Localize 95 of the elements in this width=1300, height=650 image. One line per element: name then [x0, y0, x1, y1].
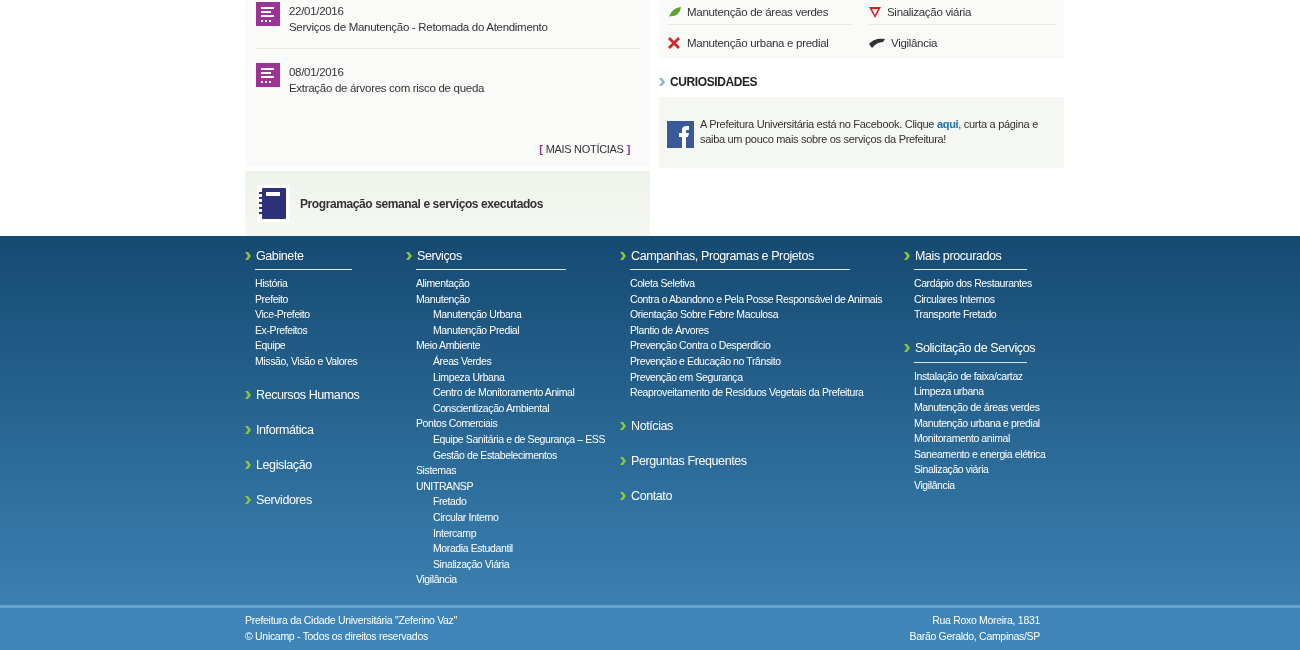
chevron-icon	[620, 251, 626, 260]
footer-link[interactable]: Intercamp	[433, 525, 477, 542]
document-icon	[256, 63, 280, 87]
chevron-icon	[245, 461, 251, 470]
footer-heading[interactable]: Solicitação de Serviços	[915, 341, 1036, 356]
leaf-icon	[667, 5, 681, 19]
footer-link[interactable]: Plantio de Árvores	[630, 322, 709, 339]
footer-link[interactable]: Cardápio dos Restaurantes	[914, 276, 1032, 292]
address-text: Rua Roxo Moreira, 1831	[932, 613, 1040, 628]
footer-link[interactable]: UNITRANSP	[416, 478, 474, 495]
footer-link[interactable]: Pontos Comerciais	[416, 416, 498, 432]
footer-heading[interactable]: Campanhas, Programas e Projetos	[631, 248, 814, 263]
footer-link[interactable]: Instalação de faixa/cartaz	[914, 368, 1023, 385]
news-date: 22/01/2016	[289, 5, 345, 18]
footer-link[interactable]: Sinalização viária	[914, 462, 989, 478]
news-title[interactable]: Extração de árvores com risco de queda	[289, 82, 485, 95]
footer-link[interactable]: Manutenção de áreas verdes	[914, 399, 1040, 416]
chevron-icon	[245, 496, 251, 505]
footer-link[interactable]: Alimentação	[416, 276, 470, 292]
footer-link[interactable]: Sistemas	[416, 463, 456, 479]
footer-link[interactable]: Moradia Estudantil	[433, 541, 513, 557]
bracket: [	[539, 143, 543, 155]
warning-sign-icon	[869, 6, 881, 18]
footer-link[interactable]: Meio Ambiente	[416, 338, 481, 354]
chevron-icon	[904, 344, 910, 353]
footer-heading[interactable]: Informática	[256, 423, 314, 438]
footer-link[interactable]: Limpeza Urbana	[433, 369, 505, 386]
section-title: CURIOSIDADES	[670, 75, 758, 89]
footer-text: Prefeitura da Cidade Universitária "Zeferino Vaz"	[245, 613, 457, 628]
chevron-icon	[245, 251, 251, 260]
footer-text: © Unicamp - Todos os direitos reservados	[245, 629, 428, 644]
footer-link[interactable]: Áreas Verdes	[433, 353, 492, 370]
footer-link[interactable]: Conscientização Ambiental	[433, 400, 550, 417]
footer-link[interactable]: Prevenção e Educação no Trânsito	[630, 353, 781, 370]
service-link[interactable]: Manutenção de áreas verdes	[667, 0, 853, 25]
footer-link[interactable]: Transporte Fretado	[914, 307, 997, 323]
footer-link[interactable]: Saneamento e energia elétrica	[914, 446, 1046, 463]
footer-link[interactable]: Circulares Internos	[914, 291, 995, 308]
footer-link[interactable]: História	[255, 276, 288, 292]
footer-heading[interactable]: Serviços	[417, 248, 462, 263]
footer-heading[interactable]: Legislação	[256, 458, 312, 473]
footer-link[interactable]: Manutenção Predial	[433, 322, 520, 339]
footer-link[interactable]: Manutenção	[416, 291, 470, 308]
news-date: 08/01/2016	[289, 66, 345, 79]
chevron-icon	[406, 251, 412, 260]
footer-link[interactable]: Vigilância	[416, 572, 457, 588]
chevron-icon	[620, 457, 626, 466]
footer-heading[interactable]: Contato	[631, 489, 672, 504]
service-link[interactable]: Sinalização viária	[869, 0, 1055, 25]
chevron-icon	[245, 426, 251, 435]
footer-link[interactable]: Missão, Visão e Valores	[255, 353, 358, 370]
facebook-icon	[667, 121, 694, 148]
cap-icon	[869, 38, 885, 48]
chevron-icon	[904, 251, 910, 260]
footer-link[interactable]: Limpeza urbana	[914, 384, 984, 400]
footer-link[interactable]: Sinalização Viária	[433, 556, 510, 573]
footer-link[interactable]: Manutenção urbana e predial	[914, 415, 1040, 432]
service-link[interactable]: Vigilância	[869, 25, 1055, 55]
chevron-icon	[620, 422, 626, 431]
footer-link[interactable]: Monitoramento animal	[914, 431, 1010, 447]
footer-link[interactable]: Vice-Prefeito	[255, 307, 310, 323]
chevron-icon	[620, 492, 626, 501]
footer-heading[interactable]: Recursos Humanos	[256, 388, 360, 403]
footer-heading[interactable]: Notícias	[631, 419, 673, 434]
tools-icon	[667, 36, 681, 50]
footer-link[interactable]: Fretado	[433, 494, 467, 510]
more-news-link[interactable]: MAIS NOTÍCIAS	[545, 143, 624, 155]
chevron-icon	[245, 391, 251, 400]
footer-link[interactable]: Prevenção em Segurança	[630, 369, 743, 386]
footer-link[interactable]: Equipe Sanitária e de Segurança – ESS	[433, 431, 605, 448]
service-link[interactable]: Manutenção urbana e predial	[667, 25, 853, 55]
chevron-icon	[659, 78, 665, 86]
facebook-paragraph: A Prefeitura Universitária está no Facebook. Clique aqui, curta a página e saiba um pouco mais sobre os serviços da Prefeitura!	[700, 117, 1039, 147]
bracket: ]	[626, 143, 630, 155]
schedule-link[interactable]: Programação semanal e serviços executados	[300, 196, 544, 211]
footer-link[interactable]: Ex-Prefeitos	[255, 322, 308, 339]
footer-heading[interactable]: Perguntas Frequentes	[631, 454, 747, 469]
footer-link[interactable]: Centro de Monitoramento Animal	[433, 385, 575, 401]
footer-link[interactable]: Contra o Abandono e Pela Posse Responsável de Animais	[630, 291, 882, 308]
news-title[interactable]: Serviços de Manutenção - Retomada do Atendimento	[289, 21, 548, 34]
footer-link[interactable]: Reaproveitamento de Resíduos Vegetais da Prefeitura	[630, 385, 864, 401]
address-text: Barão Geraldo, Campinas/SP	[909, 629, 1040, 644]
footer-link[interactable]: Orientação Sobre Febre Maculosa	[630, 307, 779, 323]
footer-link[interactable]: Gestão de Estabelecimentos	[433, 447, 557, 464]
footer-link[interactable]: Prevenção Contra o Desperdício	[630, 338, 771, 354]
footer-heading[interactable]: Gabinete	[256, 248, 304, 263]
footer-link[interactable]: Manutenção Urbana	[433, 307, 522, 323]
footer-link[interactable]: Coleta Seletiva	[630, 276, 695, 292]
footer-link[interactable]: Equipe	[255, 338, 286, 354]
footer-heading[interactable]: Mais procurados	[915, 248, 1002, 263]
footer-link[interactable]: Prefeito	[255, 291, 288, 308]
notebook-icon	[257, 185, 290, 222]
footer-link[interactable]: Vigilância	[914, 477, 955, 494]
footer-link[interactable]: Circular Interno	[433, 509, 499, 526]
footer-heading[interactable]: Servidores	[256, 493, 312, 508]
